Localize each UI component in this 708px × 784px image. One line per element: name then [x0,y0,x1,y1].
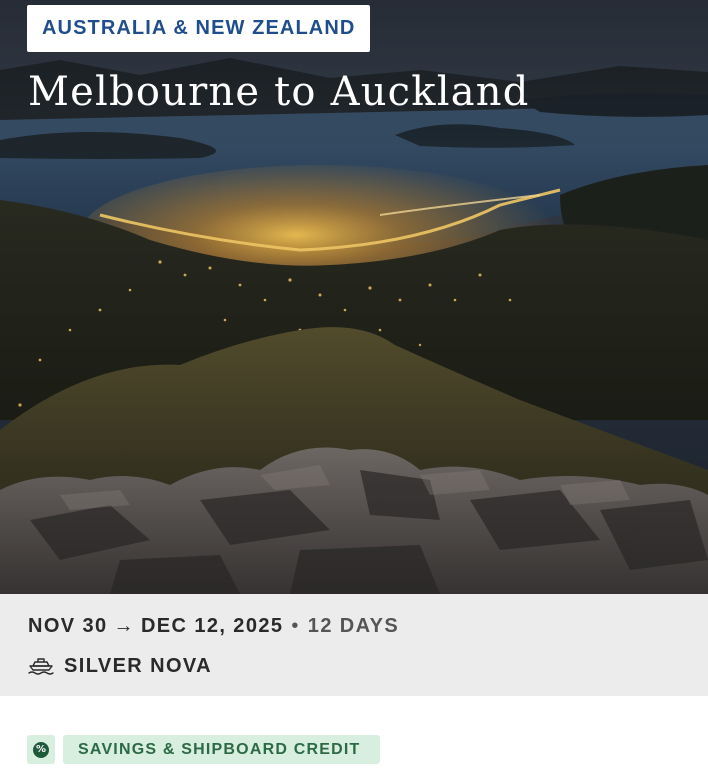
itinerary-dates: NOV 30 → DEC 12, 2025 • 12 DAYS [28,612,399,640]
percent-discount-icon: % [27,735,55,764]
cruise-card[interactable]: AUSTRALIA & NEW ZEALAND Melbourne to Auc… [0,0,708,784]
cruise-title[interactable]: Melbourne to Auckland [28,64,530,120]
offer-row[interactable]: % SAVINGS & SHIPBOARD CREDIT [27,735,381,764]
percent-glyph: % [33,741,49,758]
ship-name: SILVER NOVA [64,654,213,677]
itinerary-info-bar [0,594,708,696]
hero-image[interactable]: AUSTRALIA & NEW ZEALAND Melbourne to Auc… [0,0,708,594]
duration: 12 DAYS [307,614,400,637]
end-date: DEC 12, 2025 [140,614,284,637]
separator-dot: • [291,614,300,637]
offer-label[interactable]: SAVINGS & SHIPBOARD CREDIT [63,735,381,764]
ship-info: SILVER NOVA [28,652,212,680]
start-date: NOV 30 [28,614,108,637]
region-badge: AUSTRALIA & NEW ZEALAND [27,5,371,52]
ship-icon [28,656,54,676]
arrow-right-icon: → [113,614,135,637]
